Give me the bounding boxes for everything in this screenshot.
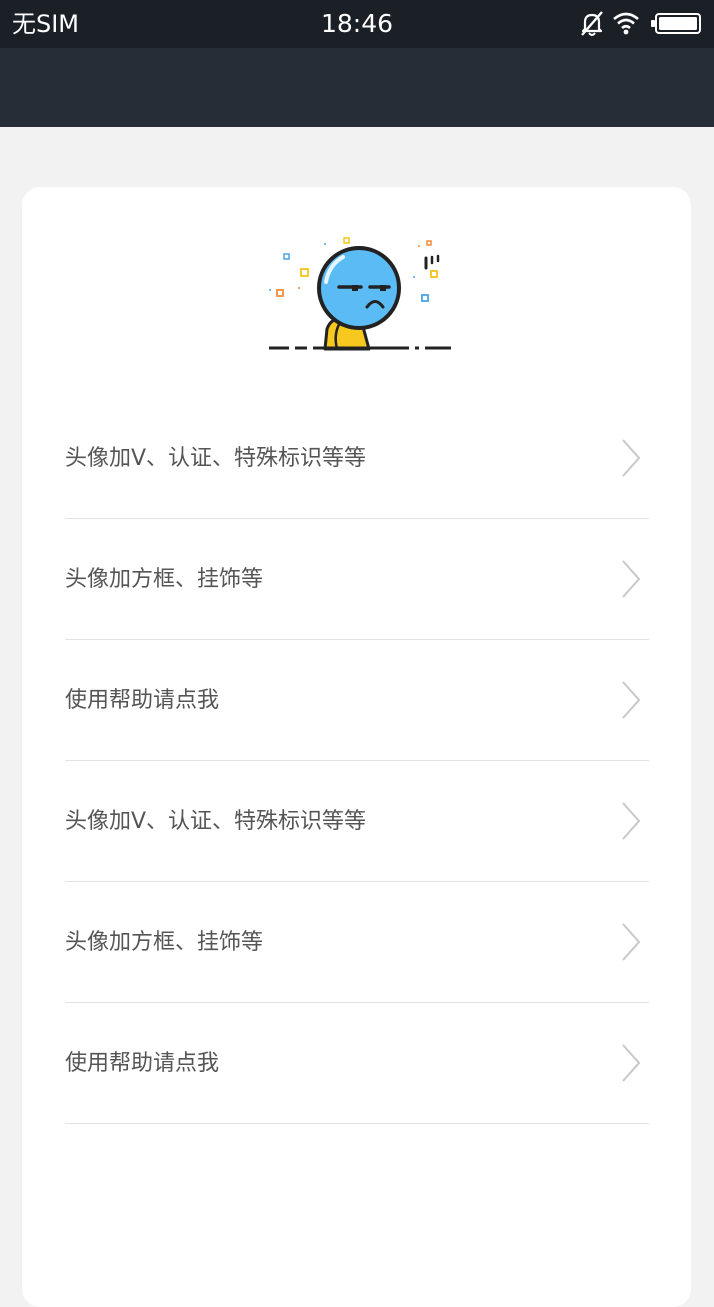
status-icons <box>580 10 702 38</box>
menu-item-label: 使用帮助请点我 <box>65 688 220 713</box>
menu-item-label: 头像加V、认证、特殊标识等等 <box>65 446 367 471</box>
chevron-right-icon <box>622 681 641 719</box>
menu-item-avatar-frame-2[interactable]: 头像加方框、挂饰等 <box>65 882 649 1003</box>
battery-icon <box>651 13 701 34</box>
menu-list: 头像加V、认证、特殊标识等等 头像加方框、挂饰等 使用帮助请点我 头像加V、认证… <box>65 398 649 1124</box>
menu-item-label: 头像加V、认证、特殊标识等等 <box>65 809 367 834</box>
menu-item-help-2[interactable]: 使用帮助请点我 <box>65 1003 649 1124</box>
chevron-right-icon <box>622 802 641 840</box>
app-header <box>0 48 714 127</box>
menu-item-label: 头像加方框、挂饰等 <box>65 930 264 955</box>
menu-item-verified-badge-2[interactable]: 头像加V、认证、特殊标识等等 <box>65 761 649 882</box>
menu-item-label: 头像加方框、挂饰等 <box>65 567 264 592</box>
content-card: 头像加V、认证、特殊标识等等 头像加方框、挂饰等 使用帮助请点我 头像加V、认证… <box>22 187 691 1307</box>
bell-off-icon <box>581 11 603 36</box>
empty-mascot-illustration <box>269 237 451 351</box>
chevron-right-icon <box>622 439 641 477</box>
chevron-right-icon <box>622 1044 641 1082</box>
menu-item-avatar-frame[interactable]: 头像加方框、挂饰等 <box>65 519 649 640</box>
chevron-right-icon <box>622 560 641 598</box>
menu-item-label: 使用帮助请点我 <box>65 1051 220 1076</box>
wifi-icon <box>613 12 639 35</box>
status-bar: 无SIM 18:46 <box>0 0 714 48</box>
menu-item-verified-badge[interactable]: 头像加V、认证、特殊标识等等 <box>65 398 649 519</box>
menu-item-help[interactable]: 使用帮助请点我 <box>65 640 649 761</box>
chevron-right-icon <box>622 923 641 961</box>
